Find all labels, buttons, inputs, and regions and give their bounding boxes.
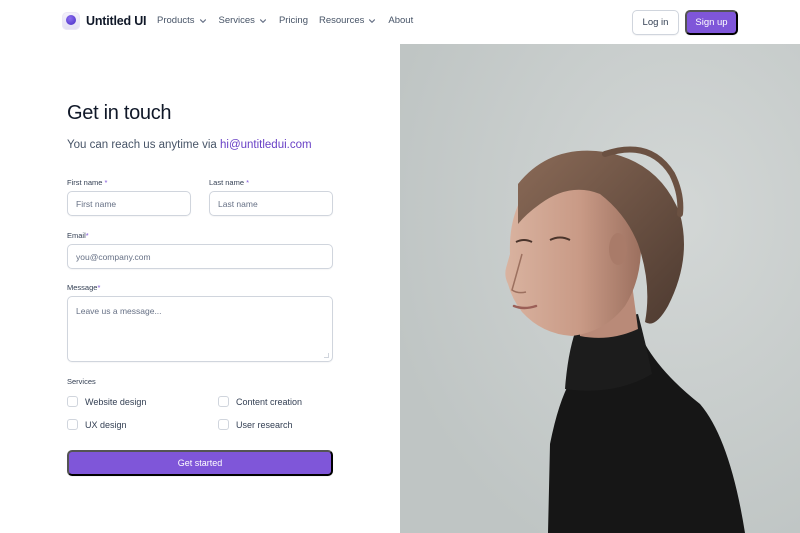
service-option-ux-design[interactable]: UX design xyxy=(67,419,127,430)
logo-mark-icon xyxy=(62,12,80,30)
page-subtitle: You can reach us anytime via hi@untitled… xyxy=(67,139,312,151)
email-field[interactable]: you@company.com xyxy=(67,244,333,269)
last-name-field[interactable]: Last name xyxy=(209,191,333,216)
nav-item-services[interactable]: Services xyxy=(219,15,268,26)
checkbox[interactable] xyxy=(218,396,229,407)
resize-handle-icon[interactable] xyxy=(324,353,329,358)
email-label: Email* xyxy=(67,231,89,240)
first-name-label: First name * xyxy=(67,178,107,187)
last-name-label: Last name * xyxy=(209,178,249,187)
required-mark: * xyxy=(97,283,101,292)
message-placeholder: Leave us a message... xyxy=(76,306,162,316)
first-name-field[interactable]: First name xyxy=(67,191,191,216)
portrait-illustration xyxy=(400,44,800,533)
chevron-down-icon xyxy=(369,18,376,23)
nav-item-about[interactable]: About xyxy=(388,15,413,26)
checkbox[interactable] xyxy=(67,396,78,407)
nav-item-label: Services xyxy=(218,15,255,26)
first-name-label-text: First name xyxy=(67,178,103,187)
message-label-text: Message xyxy=(67,283,98,292)
required-mark: * xyxy=(104,178,108,187)
nav-item-label: About xyxy=(388,15,414,26)
contact-email-link[interactable]: hi@untitledui.com xyxy=(220,139,312,151)
nav-item-products[interactable]: Products xyxy=(157,15,208,26)
page-title: Get in touch xyxy=(67,102,172,124)
checkbox-label: User research xyxy=(236,419,293,430)
signup-button[interactable]: Sign up xyxy=(685,10,738,35)
login-button[interactable]: Log in xyxy=(632,10,679,35)
checkbox[interactable] xyxy=(67,419,78,430)
service-option-content-creation[interactable]: Content creation xyxy=(218,396,302,407)
nav-item-label: Products xyxy=(157,15,195,26)
last-name-label-text: Last name xyxy=(209,178,245,187)
nav-item-resources[interactable]: Resources xyxy=(319,15,377,26)
hero-portrait-image xyxy=(400,44,800,533)
nav-item-label: Resources xyxy=(318,15,365,26)
chevron-down-icon xyxy=(259,18,266,23)
brand-name: Untitled UI xyxy=(86,14,147,28)
nav-item-pricing[interactable]: Pricing xyxy=(279,15,308,26)
email-label-text: Email xyxy=(67,231,86,240)
checkbox[interactable] xyxy=(218,419,229,430)
main-nav: Products Services Pricing Resources Abou… xyxy=(157,15,424,26)
top-navigation-bar: Untitled UI Products Services Pricing Re… xyxy=(0,0,800,44)
brand-logo[interactable]: Untitled UI xyxy=(62,12,146,30)
service-option-website-design[interactable]: Website design xyxy=(67,396,146,407)
checkbox-label: Website design xyxy=(85,396,147,407)
subtitle-text: You can reach us anytime via xyxy=(67,139,220,151)
required-mark: * xyxy=(246,178,250,187)
checkbox-label: UX design xyxy=(85,419,127,430)
message-textarea[interactable]: Leave us a message... xyxy=(67,296,333,362)
required-mark: * xyxy=(85,231,89,240)
chevron-down-icon xyxy=(199,18,206,23)
services-label: Services xyxy=(67,377,96,386)
message-label: Message* xyxy=(67,283,100,292)
service-option-user-research[interactable]: User research xyxy=(218,419,293,430)
get-started-button[interactable]: Get started xyxy=(67,450,333,476)
nav-item-label: Pricing xyxy=(278,15,308,26)
checkbox-label: Content creation xyxy=(236,396,303,407)
